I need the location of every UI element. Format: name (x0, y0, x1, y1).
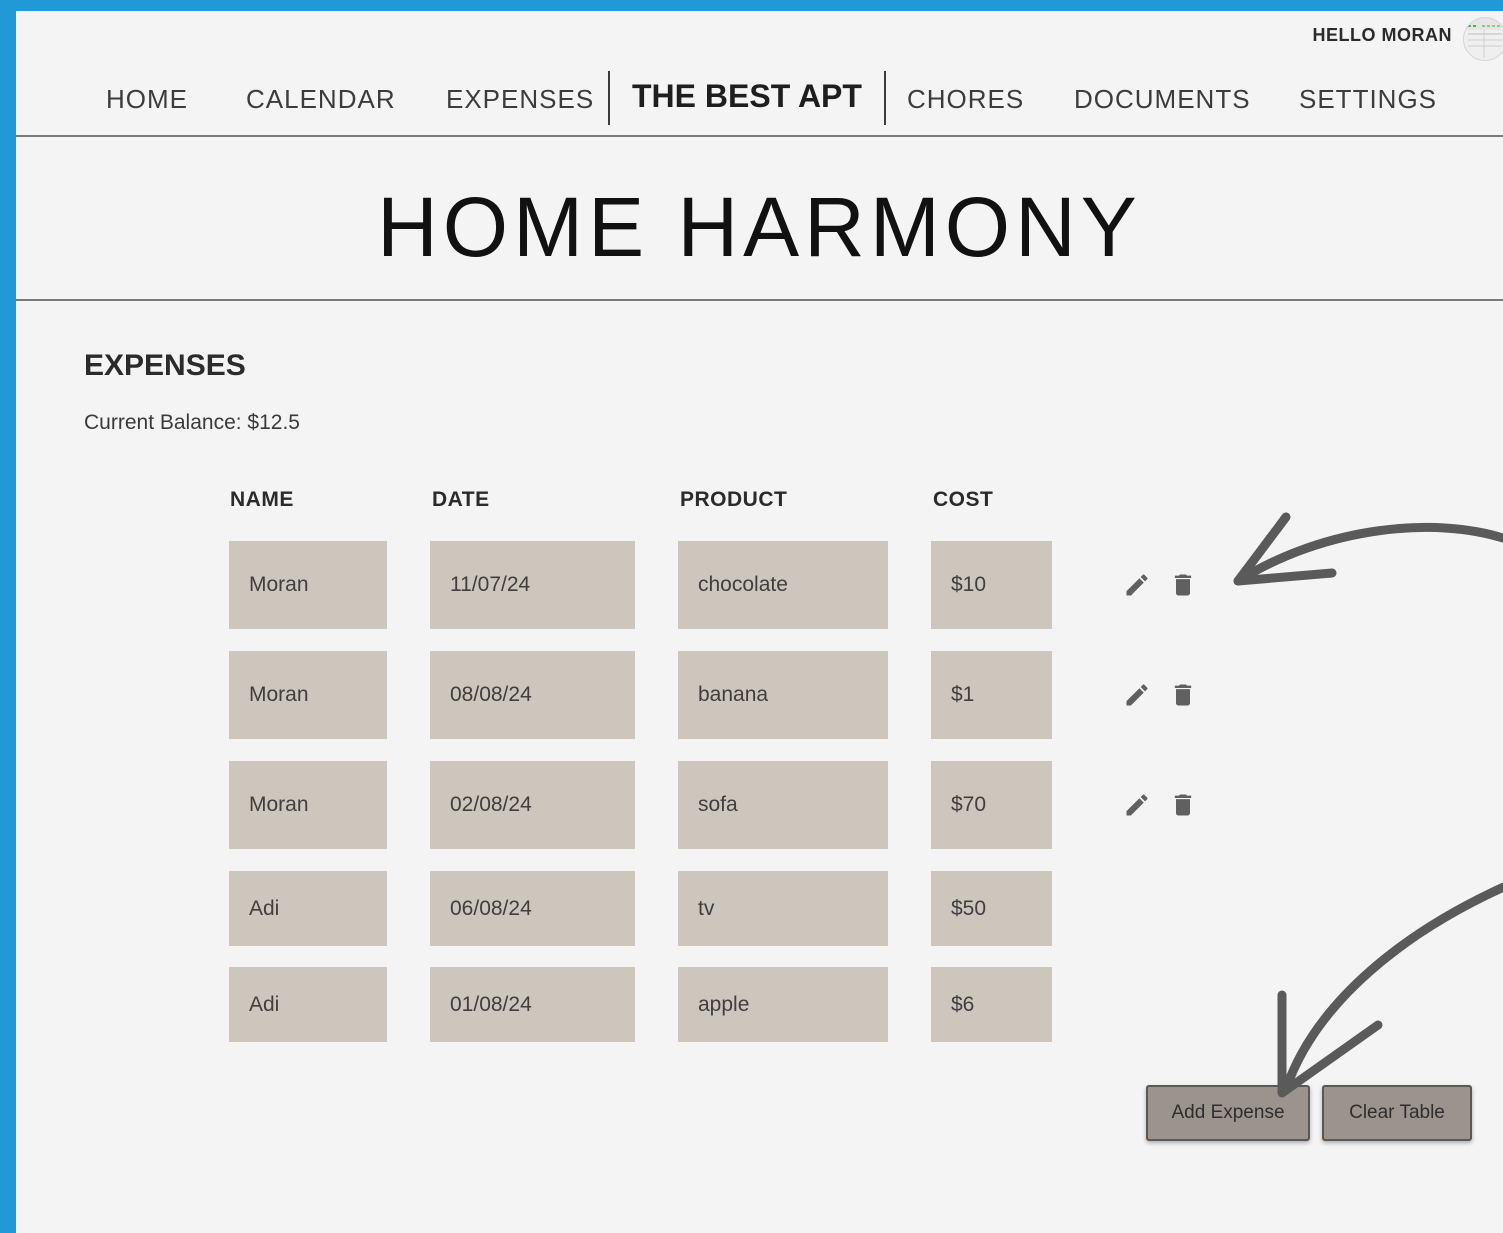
table-cell-product: sofa (678, 761, 888, 849)
table-cell-product: chocolate (678, 541, 888, 629)
app-window: HELLO MORAN HOME CALENDAR EXPENSES THE B… (16, 11, 1503, 1233)
nav-documents[interactable]: DOCUMENTS (1074, 69, 1251, 135)
column-header-product: PRODUCT (680, 488, 788, 511)
trash-icon[interactable] (1169, 791, 1197, 824)
title-divider (16, 299, 1503, 301)
annotation-arrowhead-bottom (1277, 990, 1383, 1098)
column-header-cost: COST (933, 488, 994, 511)
table-cell-name: Moran (229, 761, 387, 849)
table-cell-date: 02/08/24 (430, 761, 635, 849)
trash-icon[interactable] (1169, 571, 1197, 604)
header-divider (16, 135, 1503, 137)
clear-table-button[interactable]: Clear Table (1322, 1085, 1472, 1141)
avatar-icon[interactable] (1463, 17, 1503, 61)
nav-chores[interactable]: CHORES (907, 69, 1024, 135)
trash-icon[interactable] (1169, 681, 1197, 714)
table-cell-date: 06/08/24 (430, 871, 635, 946)
table-cell-name: Moran (229, 651, 387, 739)
nav-expenses[interactable]: EXPENSES (446, 69, 594, 135)
table-cell-name: Moran (229, 541, 387, 629)
nav-brand[interactable]: THE BEST APT (608, 71, 886, 125)
column-header-name: NAME (230, 488, 294, 511)
add-expense-button[interactable]: Add Expense (1146, 1085, 1310, 1141)
main-nav: HOME CALENDAR EXPENSES THE BEST APT CHOR… (16, 69, 1503, 135)
balance-label: Current Balance: (84, 411, 248, 434)
table-cell-product: tv (678, 871, 888, 946)
table-cell-date: 11/07/24 (430, 541, 635, 629)
table-cell-cost: $6 (931, 967, 1052, 1042)
table-cell-cost: $50 (931, 871, 1052, 946)
table-cell-cost: $70 (931, 761, 1052, 849)
table-cell-date: 01/08/24 (430, 967, 635, 1042)
current-balance: Current Balance: $12.5 (84, 411, 300, 435)
pencil-icon[interactable] (1123, 791, 1151, 824)
pencil-icon[interactable] (1123, 571, 1151, 604)
column-header-date: DATE (432, 488, 490, 511)
table-cell-product: apple (678, 967, 888, 1042)
section-title: EXPENSES (84, 349, 246, 382)
annotation-arrowhead-top (1233, 512, 1337, 586)
table-cell-cost: $10 (931, 541, 1052, 629)
nav-home[interactable]: HOME (106, 69, 188, 135)
nav-settings[interactable]: SETTINGS (1299, 69, 1437, 135)
table-cell-cost: $1 (931, 651, 1052, 739)
page-title: HOME HARMONY (377, 180, 1142, 274)
balance-value: $12.5 (247, 411, 300, 434)
table-cell-product: banana (678, 651, 888, 739)
table-cell-date: 08/08/24 (430, 651, 635, 739)
nav-calendar[interactable]: CALENDAR (246, 69, 396, 135)
table-cell-name: Adi (229, 871, 387, 946)
annotation-arrow-top (1233, 523, 1503, 586)
greeting-text: HELLO MORAN (1312, 25, 1452, 45)
table-cell-name: Adi (229, 967, 387, 1042)
annotation-arrow-bottom (1281, 882, 1503, 1094)
pencil-icon[interactable] (1123, 681, 1151, 714)
